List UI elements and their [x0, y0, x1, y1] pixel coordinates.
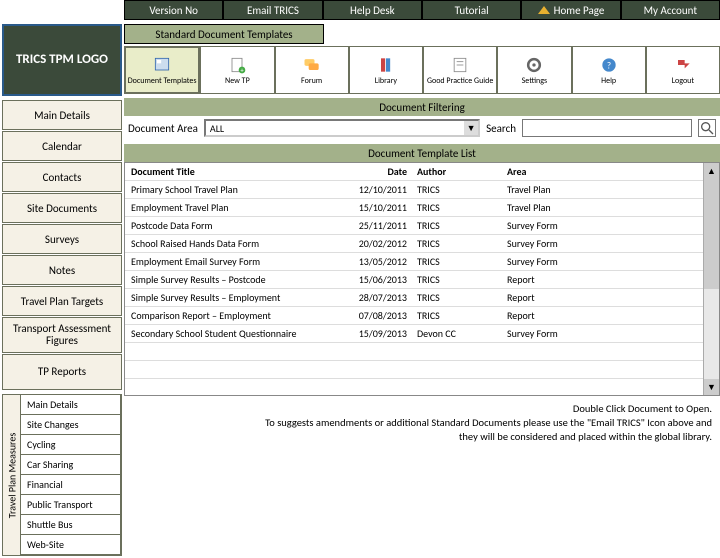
library-icon [375, 55, 397, 75]
table-row[interactable]: Simple Survey Results – Employment28/07/… [125, 289, 703, 307]
toolbar-settings[interactable]: Settings [497, 46, 571, 94]
measure-item[interactable]: Shuttle Bus [20, 514, 121, 535]
nav-item[interactable]: TP Reports [2, 354, 122, 390]
toolbar-new-tp[interactable]: + New TP [200, 46, 274, 94]
toolbar-label: Logout [672, 77, 694, 85]
table-row-empty [125, 379, 703, 395]
help-desk-button[interactable]: Help Desk [323, 0, 422, 20]
svg-text:?: ? [607, 60, 611, 71]
list-header: Document Template List [124, 144, 720, 162]
forum-icon [301, 55, 323, 75]
footnote: Double Click Document to Open. To sugges… [124, 396, 720, 445]
document-table: Document TitleDateAuthorAreaPrimary Scho… [125, 163, 703, 395]
toolbar-logout[interactable]: Logout [646, 46, 720, 94]
good-practice-icon [449, 55, 471, 75]
table-row-empty [125, 361, 703, 379]
toolbar-help[interactable]: ? Help [572, 46, 646, 94]
nav-item[interactable]: Transport Assessment Figures [2, 317, 122, 353]
toolbar: Document Templates + New TP Forum Library Goo… [124, 46, 720, 94]
search-button[interactable] [698, 119, 716, 137]
table-row[interactable]: Primary School Travel Plan12/10/2011TRIC… [125, 181, 703, 199]
scroll-up-icon[interactable]: ▲ [704, 163, 719, 179]
toolbar-label: Settings [522, 77, 548, 85]
toolbar-library[interactable]: Library [349, 46, 423, 94]
toolbar-label: Good Practice Guide [427, 77, 493, 85]
toolbar-good-practice[interactable]: Good Practice Guide [423, 46, 497, 94]
travel-plan-measures: Travel Plan Measures Main DetailsSite Ch… [2, 394, 122, 556]
logo: TRICS TPM LOGO [2, 24, 122, 96]
top-bar: Version No Email TRICS Help Desk Tutoria… [0, 0, 720, 20]
table-row[interactable]: Comparison Report – Employment07/08/2013… [125, 307, 703, 325]
home-page-button[interactable]: Home Page [521, 0, 620, 20]
document-templates-icon [151, 55, 173, 75]
tutorial-button[interactable]: Tutorial [422, 0, 521, 20]
my-account-button[interactable]: My Account [621, 0, 720, 20]
scrollbar[interactable]: ▲ ▼ [703, 163, 719, 395]
nav-item[interactable]: Calendar [2, 131, 122, 161]
settings-icon [523, 55, 545, 75]
version-button[interactable]: Version No [124, 0, 223, 20]
nav-item[interactable]: Site Documents [2, 193, 122, 223]
standard-templates-header: Standard Document Templates [124, 24, 324, 44]
chevron-down-icon: ▼ [464, 121, 478, 135]
table-row[interactable]: Secondary School Student Questionnaire15… [125, 325, 703, 343]
toolbar-label: New TP [225, 77, 250, 85]
scroll-thumb[interactable] [704, 179, 719, 289]
search-label: Search [486, 122, 516, 135]
toolbar-label: Forum [301, 77, 322, 85]
nav-item[interactable]: Notes [2, 255, 122, 285]
filter-header: Document Filtering [124, 98, 720, 116]
measure-item[interactable]: Site Changes [20, 414, 121, 435]
toolbar-label: Help [601, 77, 616, 85]
toolbar-label: Document Templates [128, 77, 197, 85]
logout-icon [672, 55, 694, 75]
scroll-down-icon[interactable]: ▼ [704, 379, 719, 395]
measure-item[interactable]: Public Transport [20, 494, 121, 515]
toolbar-label: Library [375, 77, 397, 85]
area-label: Document Area [128, 122, 198, 135]
email-trics-button[interactable]: Email TRICS [223, 0, 322, 20]
table-row-empty [125, 343, 703, 361]
new-tp-icon: + [226, 55, 248, 75]
help-icon: ? [598, 55, 620, 75]
nav-item[interactable]: Surveys [2, 224, 122, 254]
measure-item[interactable]: Main Details [20, 394, 121, 415]
toolbar-forum[interactable]: Forum [275, 46, 349, 94]
table-row[interactable]: Employment Travel Plan15/10/2011TRICSTra… [125, 199, 703, 217]
side-nav: Main DetailsCalendarContactsSite Documen… [0, 98, 124, 392]
table-row[interactable]: Employment Email Survey Form13/05/2012TR… [125, 253, 703, 271]
nav-item[interactable]: Contacts [2, 162, 122, 192]
nav-item[interactable]: Main Details [2, 100, 122, 130]
measure-item[interactable]: Financial [20, 474, 121, 495]
nav-item[interactable]: Travel Plan Targets [2, 286, 122, 316]
measure-item[interactable]: Web-Site [20, 534, 121, 555]
area-select[interactable]: ALL ▼ [204, 119, 480, 137]
home-icon [538, 6, 550, 14]
measure-item[interactable]: Car Sharing [20, 454, 121, 475]
table-row[interactable]: Simple Survey Results – Postcode15/06/20… [125, 271, 703, 289]
measure-item[interactable]: Cycling [20, 434, 121, 455]
table-row[interactable]: School Raised Hands Data Form20/02/2012T… [125, 235, 703, 253]
measures-label: Travel Plan Measures [3, 395, 21, 555]
search-input[interactable] [522, 119, 692, 137]
toolbar-document-templates[interactable]: Document Templates [124, 46, 200, 94]
search-icon [699, 118, 715, 138]
table-row[interactable]: Postcode Data Form25/11/2011TRICSSurvey … [125, 217, 703, 235]
table-header: Document TitleDateAuthorArea [125, 163, 703, 181]
